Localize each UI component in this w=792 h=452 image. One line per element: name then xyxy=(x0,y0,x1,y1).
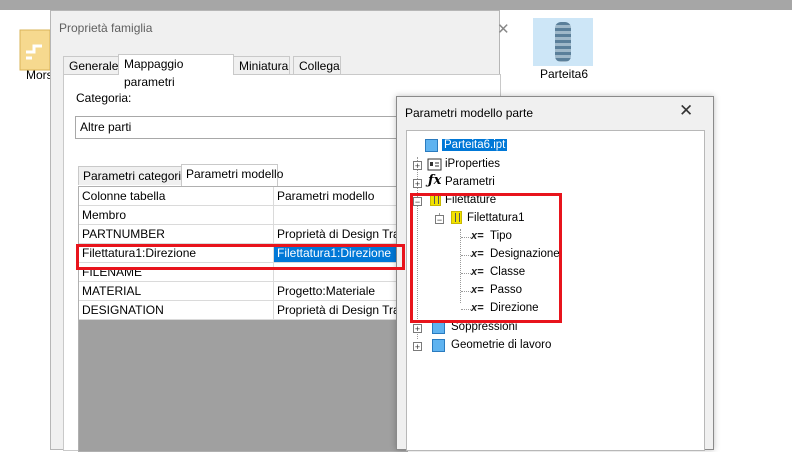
row-model-param[interactable]: Progetto:Materiale xyxy=(274,282,407,300)
tab-collega[interactable]: Collega xyxy=(293,56,341,74)
row-column-name[interactable]: PARTNUMBER xyxy=(79,225,274,243)
iproperties-icon xyxy=(427,158,442,171)
highlight-box-tree xyxy=(410,193,562,323)
row-model-param[interactable] xyxy=(274,206,407,224)
row-column-name[interactable]: Membro xyxy=(79,206,274,224)
tree-root-label[interactable]: Parteita6.ipt xyxy=(442,139,508,151)
table-row[interactable]: Membro xyxy=(79,206,407,225)
table-row[interactable]: MATERIAL Progetto:Materiale xyxy=(79,282,407,301)
tab-miniatura[interactable]: Miniatura xyxy=(233,56,290,74)
tree-root-node[interactable]: Parteita6.ipt xyxy=(442,137,508,154)
folder-icon[interactable] xyxy=(18,28,52,72)
expand-icon[interactable]: + xyxy=(413,324,422,334)
expand-icon[interactable]: + xyxy=(413,161,422,171)
grid-header: Colonne tabella Parametri modello xyxy=(79,187,407,206)
highlight-box-grid-row xyxy=(76,244,405,270)
close-icon[interactable]: ✕ xyxy=(679,101,693,121)
close-icon[interactable]: ✕ xyxy=(497,20,510,38)
subtab-parametri-modello[interactable]: Parametri modello xyxy=(181,164,283,186)
tab-generale[interactable]: Generale xyxy=(63,56,119,74)
row-column-name[interactable]: DESIGNATION xyxy=(79,301,274,319)
part-file-label[interactable]: Parteita6 xyxy=(540,67,588,81)
category-label: Categoria: xyxy=(76,91,132,105)
subtab-parametri-categoria[interactable]: Parametri categoria xyxy=(78,166,188,185)
parameter-grid: Colonne tabella Parametri modello Membro… xyxy=(78,186,408,452)
tree-dialog-title: Parametri modello parte xyxy=(405,106,534,120)
row-column-name[interactable]: MATERIAL xyxy=(79,282,274,300)
row-model-param[interactable]: Proprietà di Design Trac... xyxy=(274,301,407,319)
tab-mappaggio-parametri[interactable]: Mappaggio parametri xyxy=(118,54,234,89)
part-file-icon[interactable] xyxy=(533,18,593,66)
function-icon: ƒx xyxy=(428,173,442,188)
desktop-left-area: Mors xyxy=(0,10,53,450)
expand-icon[interactable]: + xyxy=(413,342,422,352)
bolt-icon xyxy=(555,22,571,62)
tree-node-iproperties[interactable]: iProperties xyxy=(445,156,500,173)
desktop-top-strip xyxy=(0,0,792,10)
cube-icon xyxy=(432,339,445,352)
tree-node-parametri[interactable]: Parametri xyxy=(445,174,495,191)
dialog-title: Proprietà famiglia xyxy=(59,21,153,35)
part-cube-icon xyxy=(425,139,438,152)
header-parametri-modello[interactable]: Parametri modello xyxy=(274,187,407,205)
desktop-icon-label: Mors xyxy=(26,68,53,82)
header-colonne-tabella[interactable]: Colonne tabella xyxy=(79,187,274,205)
table-row[interactable]: PARTNUMBER Proprietà di Design Trac... xyxy=(79,225,407,244)
category-field[interactable]: Altre parti xyxy=(75,116,405,139)
tree-node-geometrie-di-lavoro[interactable]: Geometrie di lavoro xyxy=(451,337,551,354)
table-row[interactable]: DESIGNATION Proprietà di Design Trac... xyxy=(79,301,407,320)
row-model-param[interactable]: Proprietà di Design Trac... xyxy=(274,225,407,243)
expand-icon[interactable]: + xyxy=(413,179,422,189)
